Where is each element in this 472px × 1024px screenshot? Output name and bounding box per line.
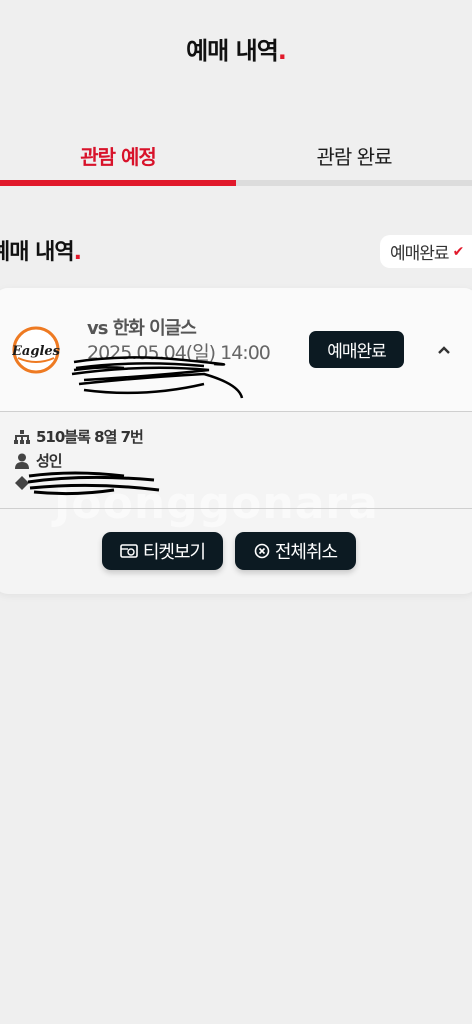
tab-bar: 관람 예정 관람 완료 — [0, 130, 472, 186]
seat-text: 510블록 8열 7번 — [36, 428, 144, 446]
tab-underline-active — [0, 180, 236, 186]
tab-upcoming[interactable]: 관람 예정 — [0, 130, 236, 180]
booking-card-header: Eagles vs 한화 이글스 2025.05.04(일) 14:00 예매완… — [0, 288, 472, 412]
view-ticket-label: 티켓보기 — [142, 542, 206, 563]
status-filter-dropdown[interactable]: 예매완료 ✔ — [380, 235, 472, 268]
cancel-all-button[interactable]: 전체취소 — [235, 532, 356, 570]
team-logo: Eagles — [12, 326, 60, 374]
cancel-all-label: 전체취소 — [274, 542, 338, 563]
view-ticket-button[interactable]: 티켓보기 — [102, 532, 223, 570]
close-circle-icon — [254, 543, 270, 559]
tab-completed[interactable]: 관람 완료 — [236, 130, 472, 180]
status-badge: 예매완료 — [309, 331, 404, 368]
opponent-team: vs 한화 이글스 — [87, 318, 197, 339]
card-divider — [0, 508, 472, 509]
section-title: 예매 내역. — [0, 240, 82, 265]
chevron-down-icon: ✔ — [452, 243, 465, 260]
booking-card: Eagles vs 한화 이글스 2025.05.04(일) 14:00 예매완… — [0, 288, 472, 594]
chevron-up-icon[interactable] — [434, 340, 454, 360]
page-title: 예매 내역. — [186, 36, 287, 65]
person-icon — [15, 453, 29, 469]
seat-block-icon — [14, 429, 30, 444]
app-header: 예매 내역. — [0, 0, 472, 100]
redaction-scribble-2 — [27, 471, 160, 496]
ticket-icon — [120, 544, 138, 558]
seat-info: 510블록 8열 7번 — [14, 426, 144, 447]
svg-text:Eagles: Eagles — [12, 344, 60, 359]
redaction-scribble — [71, 356, 244, 399]
filter-label: 예매완료 — [390, 244, 450, 264]
